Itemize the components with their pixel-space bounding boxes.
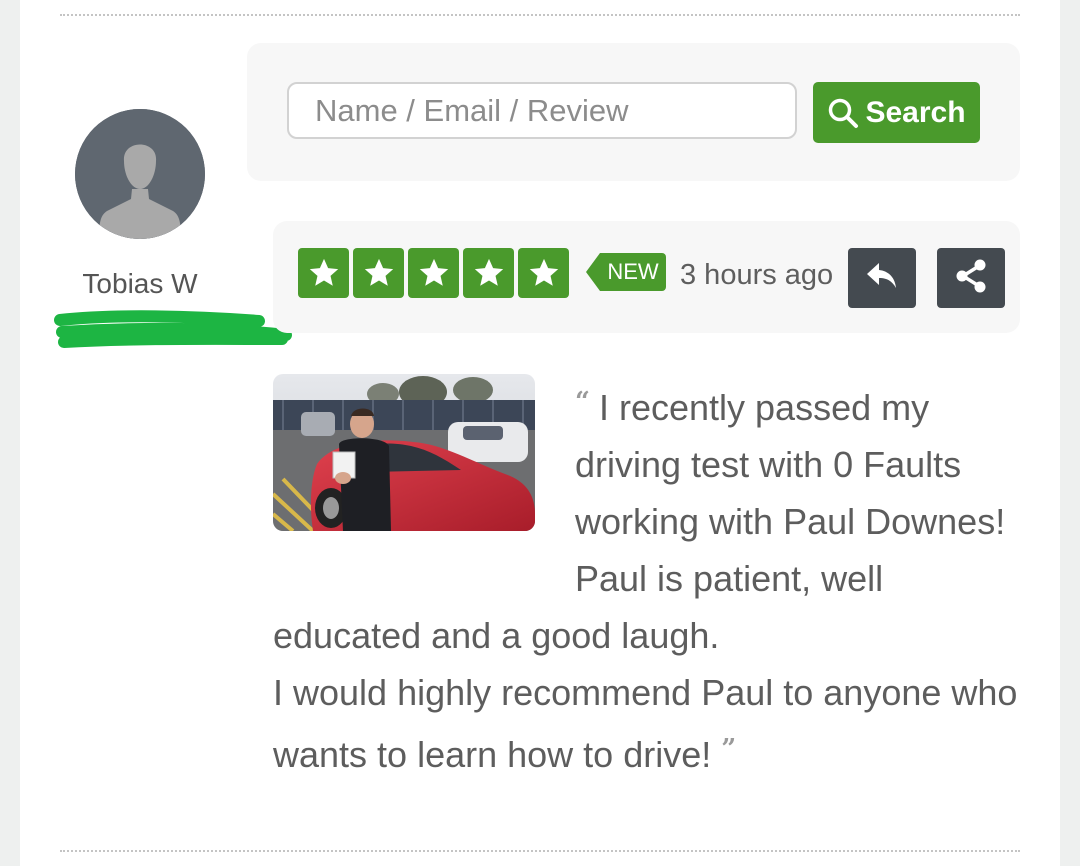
open-quote-icon: “ [575, 387, 590, 417]
new-badge: NEW [586, 253, 666, 291]
reply-icon [865, 261, 899, 296]
search-icon [827, 97, 859, 129]
review-card: Search Tobias W [20, 0, 1060, 866]
search-input[interactable] [287, 82, 797, 139]
search-button[interactable]: Search [813, 82, 980, 143]
star-rating [298, 248, 569, 298]
review-body-paragraph-2: I would highly recommend Paul to anyone … [273, 672, 1018, 775]
divider-top [60, 14, 1020, 16]
photo-spacer [273, 374, 575, 602]
redaction-marker-scribble [54, 310, 292, 348]
review-text: “I recently passed my driving test with … [273, 374, 1023, 783]
share-icon [953, 258, 989, 299]
star-icon [518, 248, 569, 298]
star-icon [298, 248, 349, 298]
star-icon [353, 248, 404, 298]
default-user-avatar-icon [75, 109, 205, 239]
divider-bottom [60, 850, 1020, 852]
star-icon [463, 248, 514, 298]
close-quote-icon: ” [721, 734, 736, 764]
review-timestamp: 3 hours ago [680, 259, 834, 291]
share-button[interactable] [937, 248, 1005, 308]
star-icon [408, 248, 459, 298]
avatar [75, 109, 205, 239]
search-panel: Search [247, 43, 1020, 181]
reply-button[interactable] [848, 248, 916, 308]
reviewer-name: Tobias W [82, 268, 198, 299]
review-meta-bar: NEW 3 hours ago [273, 221, 1020, 333]
search-button-label: Search [865, 95, 966, 129]
